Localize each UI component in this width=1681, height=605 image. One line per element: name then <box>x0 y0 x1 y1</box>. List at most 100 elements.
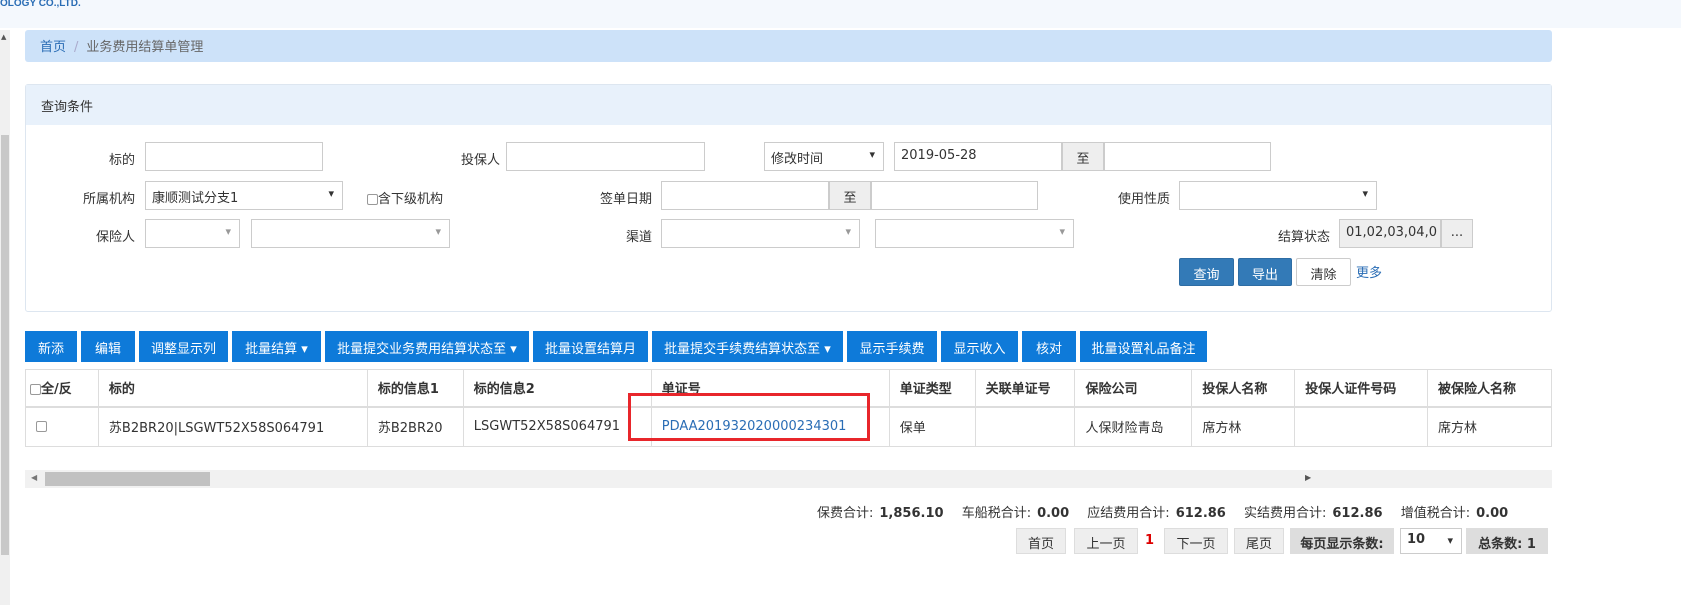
scroll-left-arrow-icon[interactable]: ◀ <box>31 473 37 482</box>
cell-doc-type: 保单 <box>888 406 976 447</box>
vat-label: 增值税合计: <box>1400 506 1471 521</box>
insured-select-2[interactable] <box>251 219 450 248</box>
sign-date-label: 签单日期 <box>599 192 652 207</box>
org-value: 康顺测试分支1 <box>152 191 239 206</box>
batch-set-month-button[interactable]: 批量设置结算月 <box>533 331 648 362</box>
include-sub-checkbox[interactable] <box>367 194 378 205</box>
select-all-label: 全/反 <box>41 382 72 398</box>
row-select-cell[interactable] <box>25 406 99 447</box>
column-header[interactable]: 投保人名称 <box>1191 369 1296 408</box>
query-panel-title: 查询条件 <box>26 85 1551 125</box>
time-type-value: 修改时间 <box>771 152 824 167</box>
channel-label: 渠道 <box>625 230 652 245</box>
applicant-input[interactable] <box>506 142 705 171</box>
first-page-button[interactable]: 首页 <box>1016 528 1066 554</box>
cell-subject-info2: LSGWT52X58S064791 <box>462 406 652 447</box>
cell-related-doc <box>974 406 1076 447</box>
scroll-up-arrow-icon[interactable]: ▲ <box>1 33 6 41</box>
batch-gift-note-button[interactable]: 批量设置礼品备注 <box>1080 331 1207 362</box>
more-link[interactable]: 更多 <box>1356 262 1382 281</box>
prev-page-button[interactable]: 上一页 <box>1074 528 1138 554</box>
org-select[interactable]: 康顺测试分支1 <box>145 181 343 210</box>
next-page-button[interactable]: 下一页 <box>1164 528 1228 554</box>
batch-submit-commission-dropdown[interactable]: 批量提交手续费结算状态至 ▾ <box>652 331 843 362</box>
settle-status-input[interactable]: 01,02,03,04,0 <box>1339 219 1441 248</box>
show-income-button[interactable]: 显示收入 <box>941 331 1018 362</box>
horizontal-scrollbar[interactable] <box>25 470 1552 488</box>
page-size-value: 10 <box>1407 532 1426 547</box>
last-page-button[interactable]: 尾页 <box>1234 528 1284 554</box>
cell-subject: 苏B2BR20|LSGWT52X58S064791 <box>97 406 368 447</box>
column-header[interactable]: 投保人证件号码 <box>1294 369 1429 408</box>
scroll-right-arrow-icon[interactable]: ▶ <box>1305 473 1311 482</box>
highlight-box <box>628 393 870 441</box>
insured-label: 保险人 <box>95 230 135 245</box>
vat-total: 0.00 <box>1476 506 1509 521</box>
sign-date-to-input[interactable] <box>871 181 1038 210</box>
vessel-tax-total: 0.00 <box>1037 506 1070 521</box>
verify-button[interactable]: 核对 <box>1022 331 1076 362</box>
export-button[interactable]: 导出 <box>1238 258 1292 286</box>
column-header[interactable]: 保险公司 <box>1074 369 1193 408</box>
insured-select-1[interactable] <box>145 219 240 248</box>
clear-button[interactable]: 清除 <box>1296 258 1351 286</box>
column-header[interactable]: 标的 <box>97 369 368 408</box>
breadcrumb-home-link[interactable]: 首页 <box>40 40 66 55</box>
settle-status-picker-button[interactable]: ... <box>1441 219 1473 248</box>
channel-select-2[interactable] <box>875 219 1074 248</box>
sign-date-to-addon: 至 <box>829 181 871 210</box>
date-from-input[interactable]: 2019-05-28 <box>894 142 1062 171</box>
premium-total-label: 保费合计: <box>817 506 874 521</box>
sign-date-from-input[interactable] <box>661 181 829 210</box>
total-count: 总条数: 1 <box>1466 528 1548 554</box>
top-header: OLOGY CO.,LTD. <box>0 0 1681 28</box>
applicant-label: 投保人 <box>460 153 500 168</box>
batch-submit-business-fee-dropdown[interactable]: 批量提交业务费用结算状态至 ▾ <box>325 331 529 362</box>
select-all-checkbox[interactable] <box>30 384 41 396</box>
logo-text: OLOGY CO.,LTD. <box>0 0 81 9</box>
page-size-select[interactable]: 10 <box>1400 528 1462 554</box>
horizontal-scroll-thumb[interactable] <box>45 472 210 486</box>
org-label: 所属机构 <box>82 192 135 207</box>
usage-label: 使用性质 <box>1117 192 1170 207</box>
cell-insurer: 人保财险青岛 <box>1074 406 1193 447</box>
subject-label: 标的 <box>108 153 135 168</box>
search-button[interactable]: 查询 <box>1179 258 1234 286</box>
add-button[interactable]: 新添 <box>25 331 77 362</box>
column-header[interactable]: 关联单证号 <box>974 369 1076 408</box>
breadcrumb-current: 业务费用结算单管理 <box>86 40 204 55</box>
actual-fee-label: 实结费用合计: <box>1244 506 1327 521</box>
channel-select-1[interactable] <box>661 219 860 248</box>
date-to-addon: 至 <box>1062 142 1104 171</box>
vertical-scroll-thumb[interactable] <box>1 135 9 555</box>
subject-input[interactable] <box>145 142 323 171</box>
include-sub-label: 含下级机构 <box>378 192 444 207</box>
column-header[interactable]: 标的信息2 <box>462 369 652 408</box>
current-page: 1 <box>1145 533 1155 548</box>
row-checkbox[interactable] <box>36 421 47 433</box>
edit-button[interactable]: 编辑 <box>81 331 135 362</box>
cell-insured-name: 席方林 <box>1427 406 1552 447</box>
due-fee-total: 612.86 <box>1175 506 1226 521</box>
vessel-tax-label: 车船税合计: <box>961 506 1032 521</box>
date-to-input[interactable] <box>1104 142 1271 171</box>
include-sub-org[interactable]: 含下级机构 <box>367 188 443 207</box>
batch-settle-dropdown[interactable]: 批量结算 ▾ <box>232 331 321 362</box>
breadcrumb: 首页 / 业务费用结算单管理 <box>25 30 1552 62</box>
cell-applicant-name: 席方林 <box>1191 406 1296 447</box>
premium-total: 1,856.10 <box>879 506 944 521</box>
adjust-columns-button[interactable]: 调整显示列 <box>139 331 228 362</box>
due-fee-label: 应结费用合计: <box>1087 506 1170 521</box>
cell-applicant-id <box>1294 406 1429 447</box>
time-type-select[interactable]: 修改时间 <box>764 142 884 171</box>
usage-select[interactable] <box>1179 181 1377 210</box>
show-commission-button[interactable]: 显示手续费 <box>847 331 937 362</box>
select-all-header[interactable]: 全/反 <box>25 369 99 408</box>
totals-bar: 保费合计: 1,856.10 车船税合计: 0.00 应结费用合计: 612.86 实… <box>817 502 1508 521</box>
cell-subject-info1: 苏B2BR20 <box>366 406 464 447</box>
column-header[interactable]: 被保险人名称 <box>1427 369 1552 408</box>
column-header[interactable]: 单证类型 <box>888 369 976 408</box>
column-header[interactable]: 标的信息1 <box>366 369 464 408</box>
page-size-label: 每页显示条数: <box>1290 528 1394 554</box>
actual-fee-total: 612.86 <box>1332 506 1383 521</box>
